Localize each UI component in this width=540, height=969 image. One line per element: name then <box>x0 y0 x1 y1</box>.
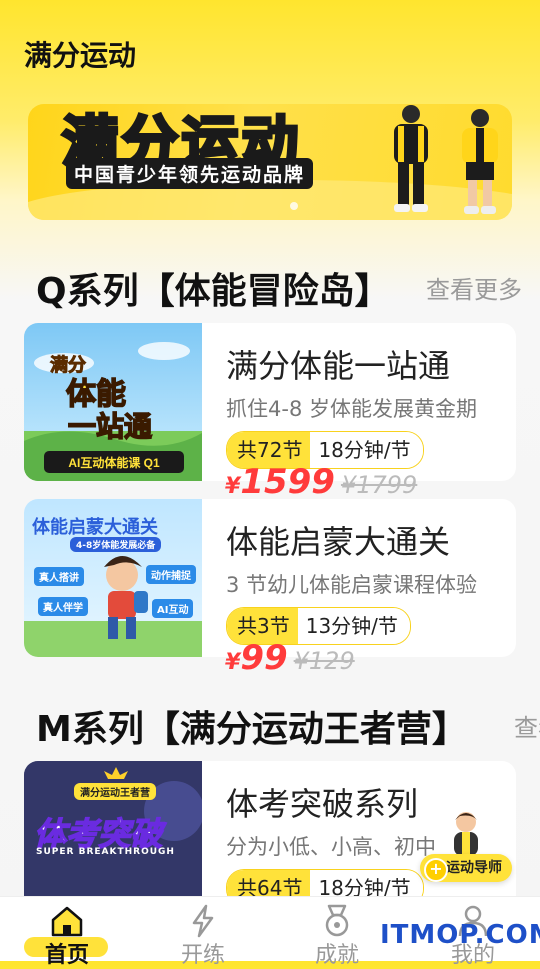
banner-subtitle: 中国青少年领先运动品牌 <box>66 158 314 189</box>
lightning-icon <box>192 904 214 938</box>
thumb-heading: 体能启蒙大通关 <box>32 517 158 538</box>
coach-avatar-icon <box>454 812 478 856</box>
nav-label: 首页 <box>44 943 89 968</box>
lesson-duration: 18分钟/节 <box>310 870 423 896</box>
course-title: 体能启蒙大通关 <box>226 523 451 561</box>
nav-label: 成就 <box>314 943 359 968</box>
thumb-chip-2: 动作捕捉 <box>146 565 196 584</box>
price-currency: ¥ <box>225 474 241 499</box>
thumb-badge: 满分运动王者营 <box>74 783 156 800</box>
lesson-count: 共64节 <box>227 870 311 896</box>
course-thumbnail: 满分运动王者营 体考突破 SUPER BREAKTHROUGH <box>24 761 202 896</box>
plus-icon: + <box>424 858 448 882</box>
course-price: ¥1599 ¥1799 <box>225 462 417 502</box>
nav-item-achievement[interactable]: 成就 <box>292 897 382 968</box>
top-bar: 满分运动 <box>0 0 540 100</box>
banner-indicator-dot <box>290 202 298 210</box>
kid-model-illustration <box>394 105 428 212</box>
thumb-line3: 一站通 <box>67 409 153 444</box>
section-more-link-q[interactable]: 查看更多 <box>426 270 522 305</box>
sport-coach-float-button[interactable]: 运动导师 + <box>420 808 512 886</box>
course-thumbnail: 体能启蒙大通关 4-8岁体能发展必备 真人搭讲 动作捕捉 真人伴学 AI互动 <box>24 499 202 657</box>
nav-item-home[interactable]: 首页 <box>22 897 112 968</box>
thumb-chip-1: 真人搭讲 <box>34 567 84 586</box>
course-title: 体考突破系列 <box>226 785 419 823</box>
course-card[interactable]: AI互动体能课 Q1 满分 体能 一站通 满分体能一站通 抓住4-8 岁体能发展… <box>24 323 516 481</box>
course-desc: 抓住4-8 岁体能发展黄金期 <box>226 397 477 421</box>
course-thumbnail: AI互动体能课 Q1 满分 体能 一站通 <box>24 323 202 481</box>
price-currency: ¥ <box>225 650 241 675</box>
thumb-chip-4: AI互动 <box>152 599 194 618</box>
medal-icon <box>325 904 349 937</box>
section-title-m: M系列【满分运动王者营】 <box>36 709 468 750</box>
thumb-sub: 4-8岁体能发展必备 <box>70 537 162 552</box>
section-more-link-m[interactable]: 查看更多 <box>514 708 540 743</box>
home-icon <box>51 906 83 937</box>
course-meta-tag: 共64节 18分钟/节 <box>226 869 424 896</box>
thumb-sub: SUPER BREAKTHROUGH <box>36 847 175 857</box>
section-title-q: Q系列【体能冒险岛】 <box>36 271 391 312</box>
course-price: ¥99 ¥129 <box>225 638 355 678</box>
promo-banner[interactable]: 满分运动 中国青少年领先运动品牌 <box>28 104 512 220</box>
course-card[interactable]: 体能启蒙大通关 4-8岁体能发展必备 真人搭讲 动作捕捉 真人伴学 AI互动 体… <box>24 499 516 657</box>
course-title: 满分体能一站通 <box>226 347 451 385</box>
thumb-chip-3: 真人伴学 <box>38 597 88 616</box>
price-current: 99 <box>240 638 288 678</box>
price-current: 1599 <box>240 462 335 502</box>
price-original: ¥1799 <box>340 471 418 499</box>
thumb-footer-text: AI互动体能课 Q1 <box>68 455 160 470</box>
kid-model-illustration-2 <box>462 109 498 214</box>
course-desc: 3 节幼儿体能启蒙课程体验 <box>226 573 478 597</box>
nav-label: 开练 <box>180 943 225 968</box>
nav-item-practice[interactable]: 开练 <box>158 897 248 968</box>
app-title: 满分运动 <box>24 39 137 72</box>
site-watermark: ITMOP.COM <box>380 920 540 950</box>
price-original: ¥129 <box>293 647 355 675</box>
